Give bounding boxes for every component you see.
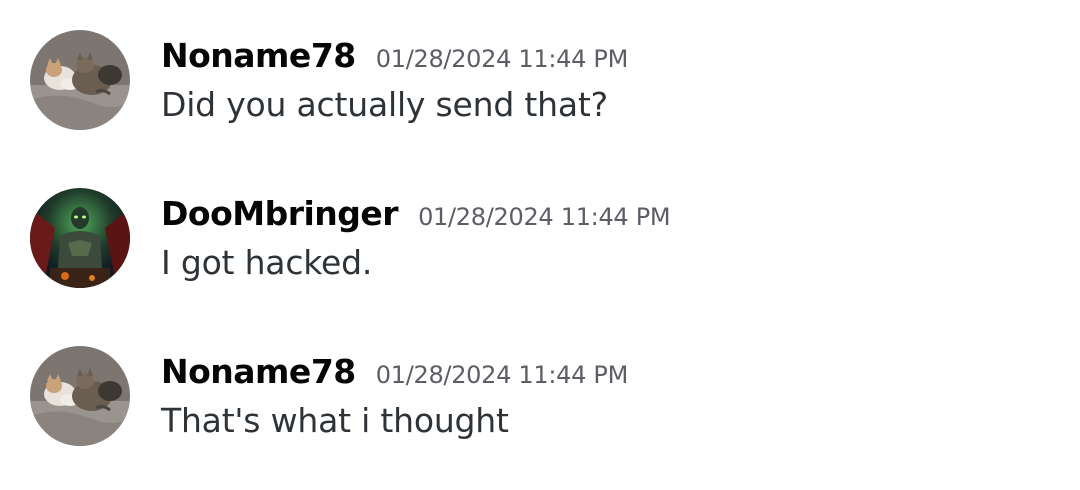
timestamp: 01/28/2024 11:44 PM: [418, 203, 671, 231]
username[interactable]: Noname78: [161, 36, 356, 75]
cats-avatar-icon[interactable]: [30, 30, 130, 130]
chat-message: Noname78 01/28/2024 11:44 PM That's what…: [30, 346, 1050, 446]
message-text: That's what i thought: [161, 401, 509, 440]
chat-message: Noname78 01/28/2024 11:44 PM Did you act…: [30, 30, 1050, 130]
timestamp: 01/28/2024 11:44 PM: [375, 361, 629, 389]
message-text: I got hacked.: [161, 243, 373, 282]
cats-avatar-icon[interactable]: [30, 346, 130, 446]
username[interactable]: DooMbringer: [161, 194, 399, 233]
message-text: Did you actually send that?: [161, 85, 608, 124]
username[interactable]: Noname78: [161, 352, 356, 391]
chat-log: Noname78 01/28/2024 11:44 PM Did you act…: [0, 0, 1080, 490]
timestamp: 01/28/2024 11:44 PM: [375, 45, 629, 73]
dark-warrior-avatar-icon[interactable]: [30, 188, 130, 288]
chat-message: DooMbringer 01/28/2024 11:44 PM I got ha…: [30, 188, 1050, 288]
